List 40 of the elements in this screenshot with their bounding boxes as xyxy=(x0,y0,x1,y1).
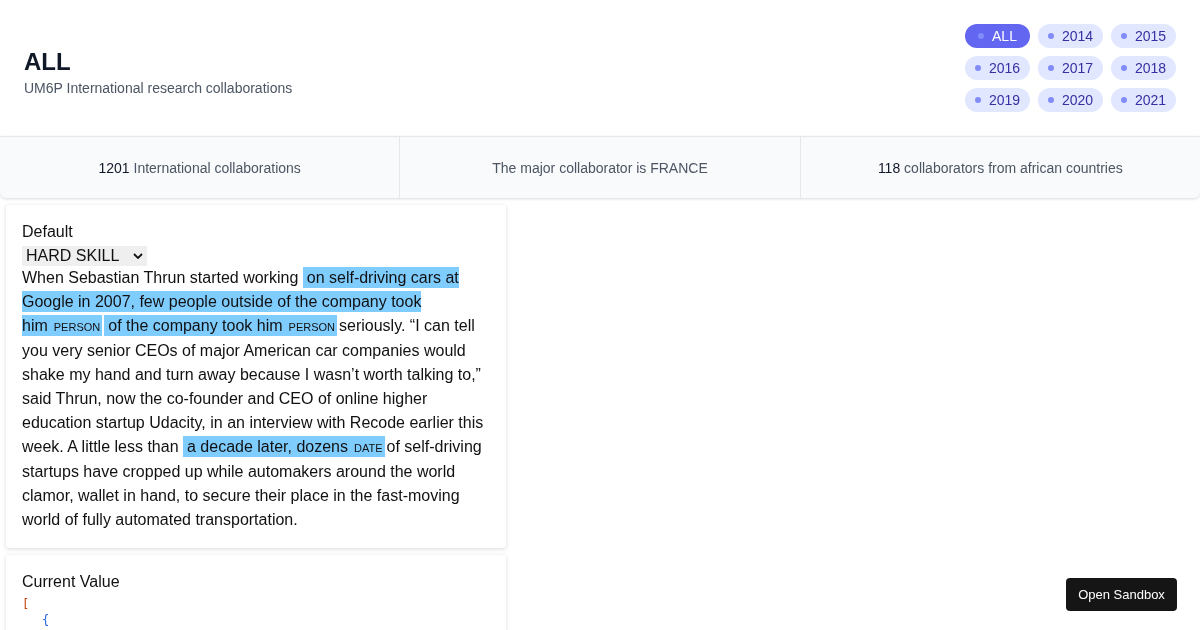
field-label: Default xyxy=(22,222,74,242)
stat-text: 1201 International collaborations xyxy=(98,159,301,176)
paragraph-text: clamor, wallet in hand, to secure their place in the fast-moving xyxy=(22,487,460,504)
entity-type-select[interactable]: HARD SKILL xyxy=(22,246,148,266)
field-label: Current Value xyxy=(22,572,121,592)
year-filter-pill[interactable]: 2018 xyxy=(1111,56,1176,80)
entity-text: Google in 2007, few people outside of the company took xyxy=(22,293,422,310)
chevron-down-icon xyxy=(133,253,144,259)
year-filter-pill[interactable]: 2017 xyxy=(1038,56,1103,80)
paragraph-text: week. A little less than xyxy=(22,438,180,455)
entity-text: him xyxy=(22,317,48,334)
page-subtitle: UM6P International research collaborations xyxy=(24,80,293,96)
code-line: { xyxy=(41,612,51,628)
paragraph-text: of self-driving xyxy=(386,438,482,455)
entity-text: of the company took him xyxy=(108,317,283,334)
entity-label: PERSON xyxy=(288,321,336,333)
stat-text: The major collaborator is FRANCE xyxy=(492,159,708,176)
year-filter-pill[interactable]: 2019 xyxy=(965,88,1030,112)
year-filter-pill[interactable]: 2014 xyxy=(1038,24,1103,48)
paragraph-text: said Thrun, now the co-founder and CEO of online higher xyxy=(22,390,428,407)
year-filter-pill[interactable]: ALL xyxy=(965,24,1030,48)
entity-text: on self-driving cars at xyxy=(306,269,459,286)
code-line: [ xyxy=(22,596,31,612)
entity-label: DATE xyxy=(354,442,383,454)
year-filter-pill[interactable]: 2021 xyxy=(1111,88,1176,112)
entity-label: PERSON xyxy=(53,321,101,333)
year-filter-pill[interactable]: 2020 xyxy=(1038,88,1103,112)
paragraph-text: world of fully automated transportation. xyxy=(22,511,298,528)
paragraph-text: When Sebastian Thrun started working xyxy=(22,269,300,286)
paragraph-text: you very senior CEOs of major American car companies would xyxy=(22,342,466,359)
paragraph-text: startups have cropped up while automakers around the world xyxy=(22,463,456,480)
stat-text: 118 collaborators from african countries xyxy=(877,159,1123,176)
paragraph-text: education startup Udacity, in an interview with Recode earlier this xyxy=(22,414,484,431)
page-title: ALL xyxy=(24,48,72,76)
open-sandbox-button[interactable]: Open Sandbox xyxy=(1066,578,1177,611)
entity-text: a decade later, dozens xyxy=(187,438,348,455)
paragraph-text: seriously. “I can tell xyxy=(339,317,475,334)
year-filter-pill[interactable]: 2015 xyxy=(1111,24,1176,48)
year-filter-pill[interactable]: 2016 xyxy=(965,56,1030,80)
paragraph-text: shake my hand and turn away because I wasn’t worth talking to,” xyxy=(22,366,481,383)
